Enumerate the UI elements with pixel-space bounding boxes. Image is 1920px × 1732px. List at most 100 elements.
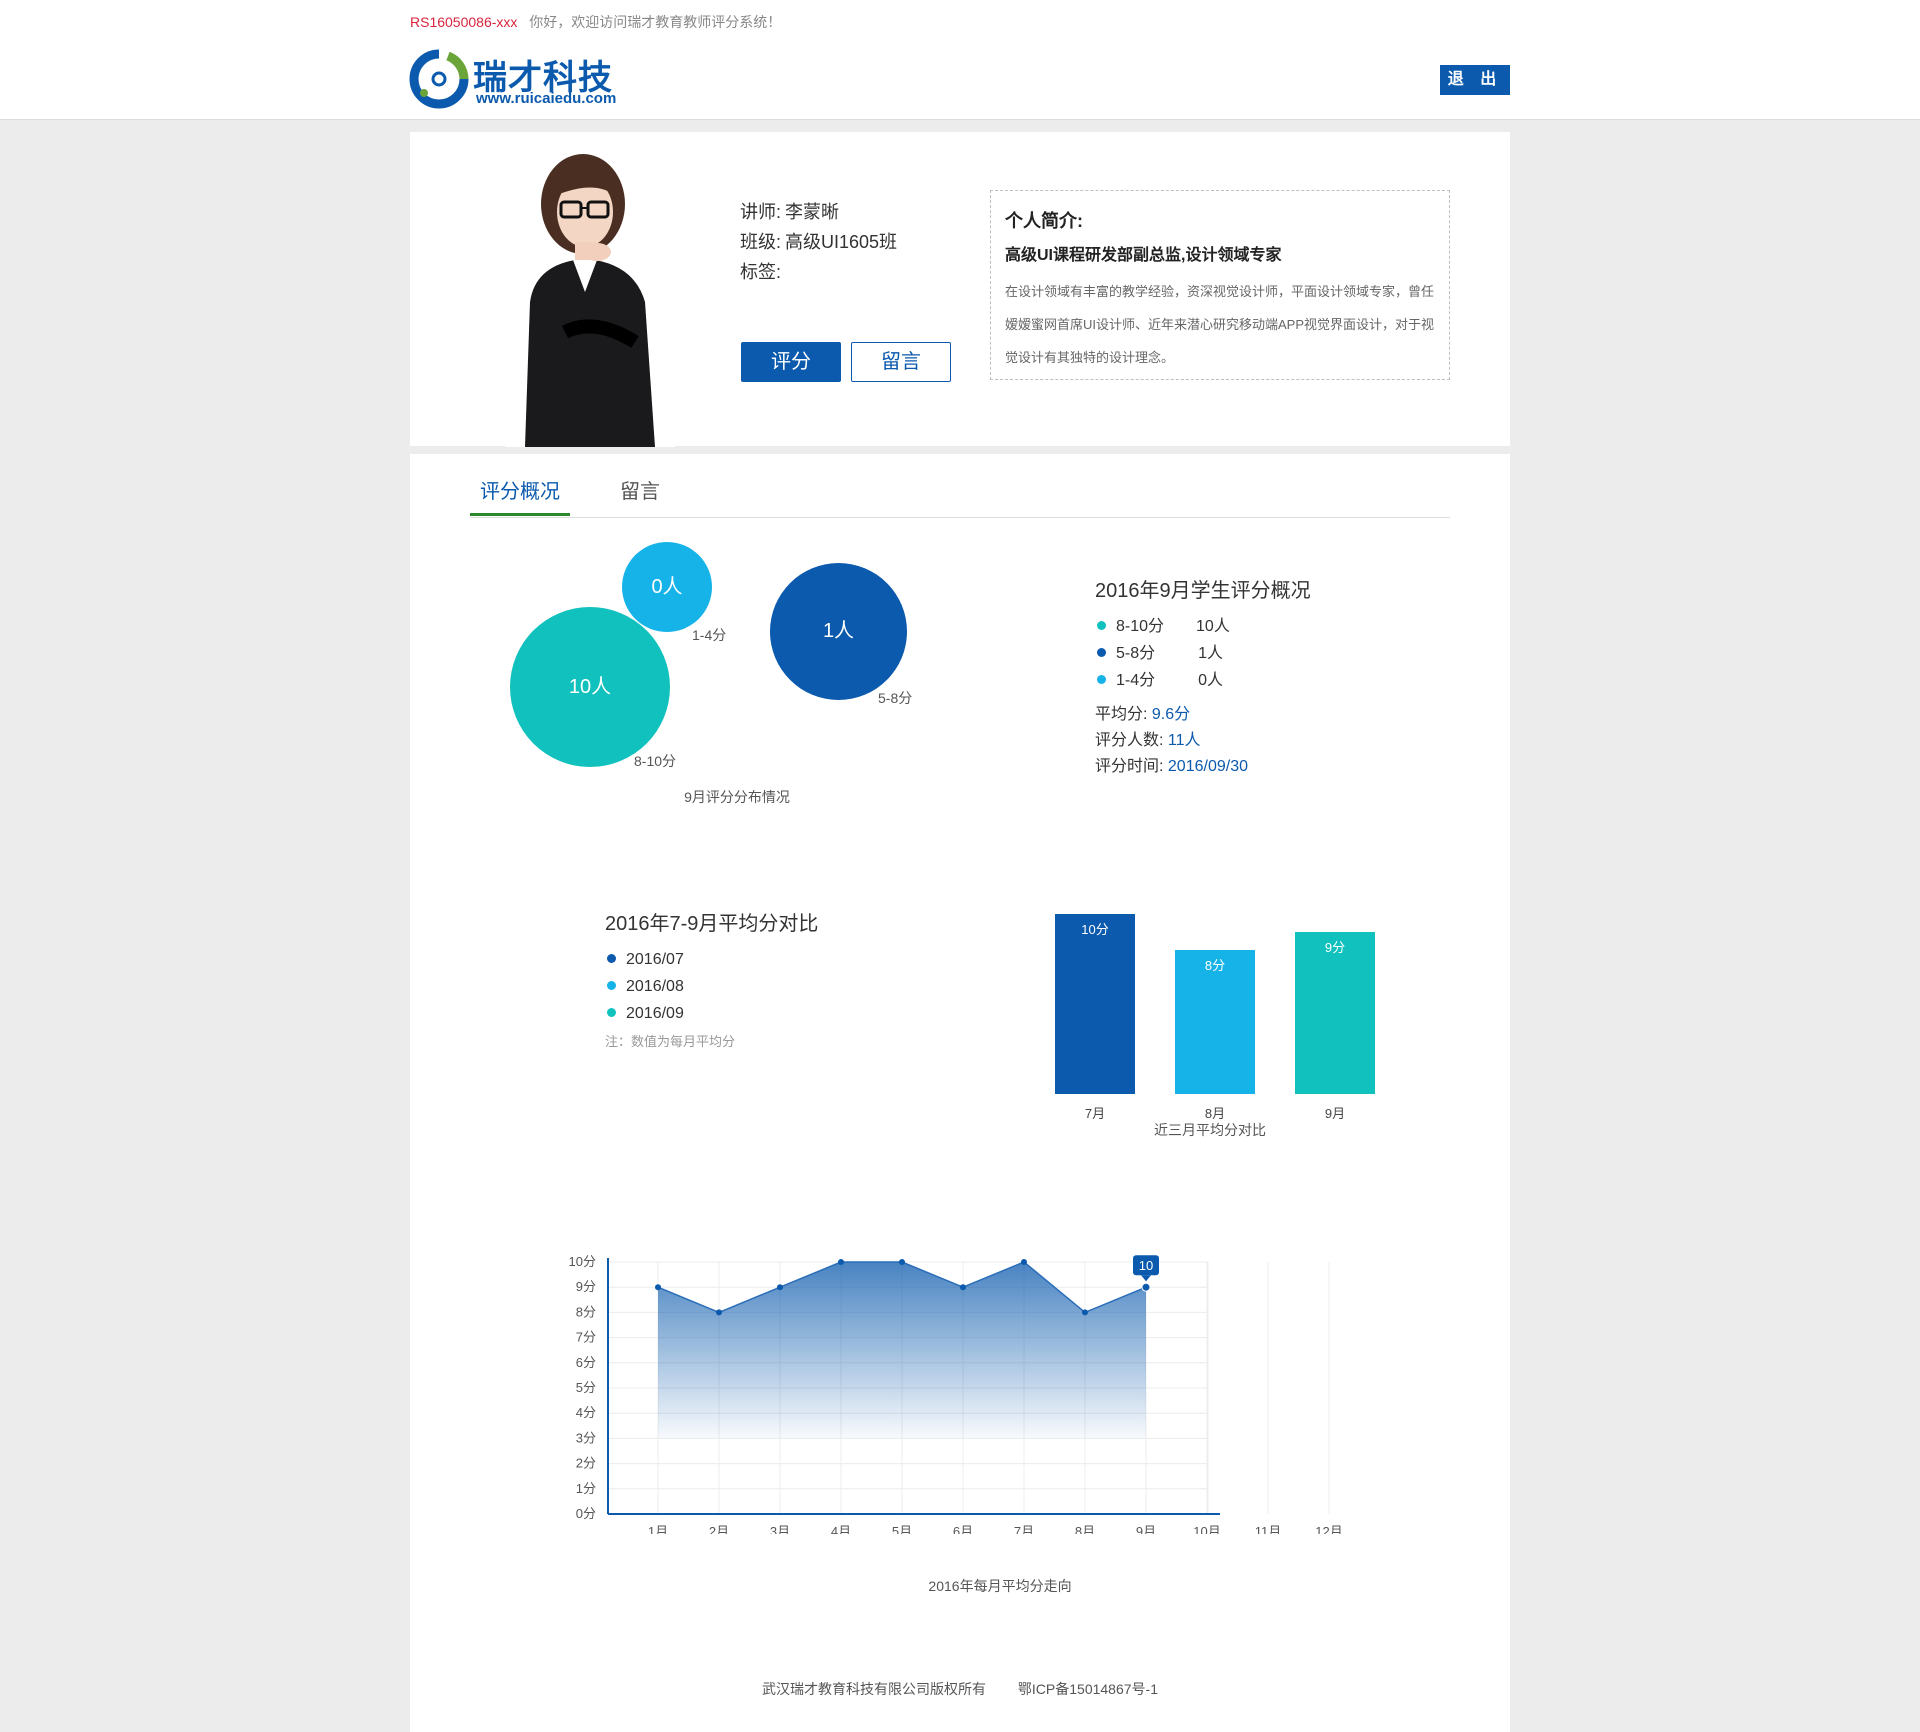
data-point — [899, 1259, 905, 1265]
legend-2016-09: 2016/09 — [605, 1000, 818, 1027]
bar-9月 — [1295, 932, 1375, 1094]
legend-2016-08: 2016/08 — [605, 973, 818, 1000]
time-label: 评分时间: — [1095, 758, 1164, 775]
bubble-5-8-label: 1人 — [822, 620, 855, 642]
data-point — [655, 1284, 661, 1291]
raters-row: 评分人数: 11人 — [1095, 728, 1311, 754]
bar-category-label: 8月 — [1205, 1106, 1225, 1121]
x-tick-label: 6月 — [953, 1524, 973, 1534]
area-fill — [658, 1262, 1146, 1439]
teacher-info: 讲师: 李蒙晰 班级: 高级UI1605班 标签: — [740, 197, 897, 287]
legend-dot-sky-icon — [1097, 675, 1106, 684]
tooltip-label: 10 — [1139, 1258, 1153, 1273]
class-row: 班级: 高级UI1605班 — [740, 227, 897, 257]
bar-value-label: 9分 — [1325, 940, 1345, 955]
y-tick-label: 10分 — [569, 1254, 596, 1269]
main-card: 评分概况 留言 0人 1-4分 1人 5-8分 10人 8-10分 9月评分分布… — [410, 454, 1510, 1732]
legend-count: 0人 — [1198, 672, 1224, 689]
rate-button[interactable]: 评分 — [741, 342, 841, 382]
tab-rating-overview[interactable]: 评分概况 — [470, 468, 570, 516]
x-tick-label: 8月 — [1075, 1524, 1095, 1534]
tab-bar: 评分概况 留言 — [470, 454, 1450, 518]
tag-label: 标签: — [740, 262, 782, 282]
avg-score-row: 平均分: 9.6分 — [1095, 702, 1311, 728]
x-tick-label: 10月 — [1193, 1524, 1220, 1534]
x-tick-label: 11月 — [1255, 1524, 1282, 1534]
welcome-bar: RS16050086-xxx 你好，欢迎访问瑞才教育教师评分系统！ — [410, 12, 781, 32]
bubble-8-10-range: 8-10分 — [634, 753, 677, 769]
teacher-profile-card: 讲师: 李蒙晰 班级: 高级UI1605班 标签: 评分 留言 个人简介: 高级UI… — [410, 132, 1510, 447]
legend-count: 10人 — [1196, 618, 1230, 635]
legend-8-10: 8-10分 10人 — [1095, 613, 1311, 640]
x-tick-label: 12月 — [1315, 1524, 1342, 1534]
intro-subtitle: 高级UI课程研发部副总监,设计领域专家 — [1005, 247, 1282, 264]
bubble-8-10-label: 10人 — [568, 676, 612, 698]
message-button[interactable]: 留言 — [851, 342, 951, 382]
data-point — [1021, 1259, 1027, 1265]
logo-mark-icon — [409, 49, 469, 109]
teacher-photo — [505, 142, 675, 447]
september-stats: 2016年9月学生评分概况 8-10分 10人 5-8分 1人 1-4分 0人 平均分… — [1095, 574, 1311, 780]
intro-box: 个人简介: 高级UI课程研发部副总监,设计领域专家 在设计领域有丰富的教学经验，… — [990, 190, 1450, 380]
bubble-5-8-range: 5-8分 — [878, 690, 913, 706]
legend-dot-sky-icon — [607, 981, 616, 990]
legend-2016-07: 2016/07 — [605, 946, 818, 973]
bar-7月 — [1055, 914, 1135, 1094]
time-value: 2016/09/30 — [1167, 758, 1248, 775]
data-point — [777, 1284, 783, 1291]
legend-dot-navy-icon — [607, 954, 616, 963]
header: RS16050086-xxx 你好，欢迎访问瑞才教育教师评分系统！ 瑞才科技 w… — [0, 0, 1920, 120]
data-point — [960, 1284, 966, 1291]
legend-dot-teal-icon — [1097, 621, 1106, 630]
user-id: RS16050086-xxx — [410, 14, 518, 30]
time-row: 评分时间: 2016/09/30 — [1095, 754, 1311, 780]
legend-month: 2016/08 — [626, 978, 684, 995]
bubble-1-4-label: 0人 — [651, 576, 683, 598]
x-tick-label: 4月 — [831, 1524, 851, 1534]
bubble-1-4: 0人 — [622, 542, 712, 632]
x-tick-label: 2月 — [709, 1524, 729, 1534]
bubble-1-4-range: 1-4分 — [692, 627, 727, 643]
bar-chart-caption: 近三月平均分对比 — [1154, 1122, 1266, 1138]
footer: 武汉瑞才教育科技有限公司版权所有 鄂ICP备15014867号-1 — [410, 1679, 1510, 1699]
footer-icp: 鄂ICP备15014867号-1 — [1017, 1681, 1158, 1697]
tab-messages[interactable]: 留言 — [610, 468, 670, 516]
logo-url: www.ruicaiedu.com — [476, 90, 617, 107]
legend-range: 5-8分 — [1116, 645, 1156, 662]
area-chart-caption: 2016年每月平均分走向 — [928, 1578, 1072, 1594]
comparison-title: 2016年7-9月平均分对比 — [605, 913, 819, 935]
welcome-text: 你好，欢迎访问瑞才教育教师评分系统！ — [529, 14, 782, 30]
legend-dot-teal-icon — [607, 1008, 616, 1017]
legend-5-8: 5-8分 1人 — [1095, 640, 1311, 667]
y-tick-label: 1分 — [576, 1481, 596, 1496]
raters-label: 评分人数: — [1095, 732, 1164, 749]
september-title: 2016年9月学生评分概况 — [1095, 580, 1311, 602]
class-label: 班级: — [740, 232, 782, 252]
tooltip-pointer — [1141, 1275, 1151, 1282]
bar-category-label: 7月 — [1085, 1106, 1105, 1121]
y-tick-label: 8分 — [576, 1304, 596, 1319]
data-point — [1141, 1282, 1151, 1292]
y-tick-label: 4分 — [576, 1405, 596, 1420]
legend-count: 1人 — [1198, 645, 1224, 662]
comparison-note: 注：数值为每月平均分 — [605, 1034, 736, 1049]
lecturer-row: 讲师: 李蒙晰 — [740, 197, 897, 227]
area-chart: 0分 1分 2分 3分 4分 5分 6分 7分 8分 9分 10分 1月 2月 3月 4月 5月 6月 7月 8月 9… — [569, 1254, 1343, 1534]
bar-value-label: 8分 — [1205, 958, 1225, 973]
bubble-8-10: 10人 — [510, 607, 670, 767]
legend-month: 2016/07 — [626, 951, 684, 968]
logout-button[interactable]: 退 出 — [1440, 65, 1510, 95]
logo[interactable]: 瑞才科技 www.ruicaiedu.com — [408, 48, 638, 110]
bar-value-label: 10分 — [1081, 922, 1108, 937]
y-tick-label: 0分 — [576, 1506, 596, 1521]
y-tick-label: 7分 — [576, 1330, 596, 1345]
x-tick-label: 7月 — [1014, 1524, 1034, 1534]
intro-body: 在设计领域有丰富的教学经验，资深视觉设计师，平面设计领域专家，曾任嫒嫒蜜网首席U… — [1005, 284, 1435, 365]
y-tick-label: 2分 — [576, 1456, 596, 1471]
y-tick-label: 6分 — [576, 1355, 596, 1370]
legend-range: 1-4分 — [1116, 672, 1156, 689]
x-tick-label: 5月 — [892, 1524, 912, 1534]
y-tick-label: 5分 — [576, 1380, 596, 1395]
data-point — [838, 1259, 844, 1265]
comparison-legend: 2016年7-9月平均分对比 2016/07 2016/08 2016/09 注… — [605, 907, 818, 1050]
